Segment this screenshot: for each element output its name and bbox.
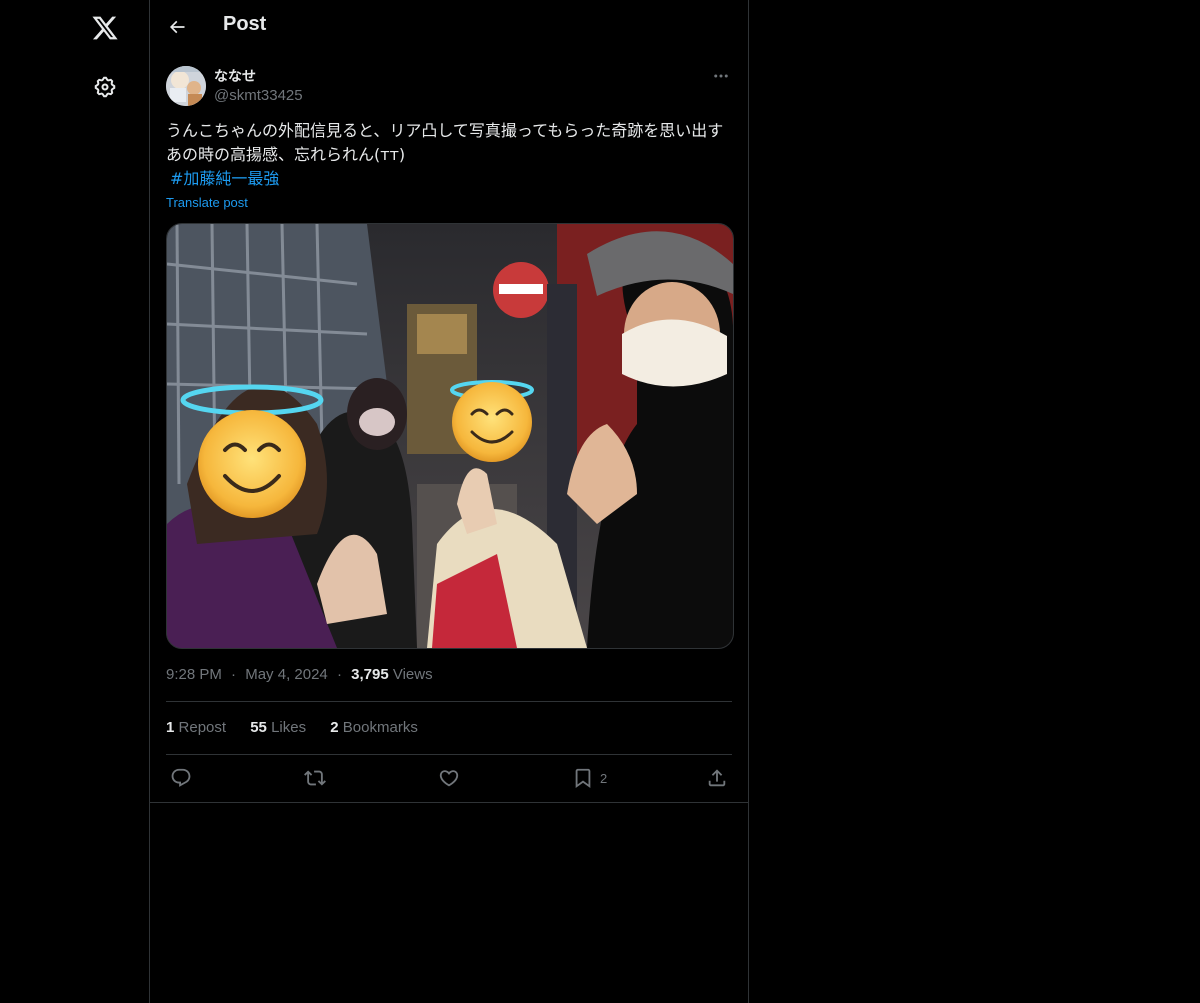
share-icon bbox=[708, 769, 726, 787]
meta-separator: · bbox=[336, 666, 342, 683]
divider bbox=[166, 701, 732, 702]
hashtag-link[interactable]: #加藤純一最強 bbox=[170, 167, 279, 191]
bookmarks-count: 2 bbox=[330, 719, 339, 736]
bookmarks-label: Bookmarks bbox=[342, 719, 418, 736]
back-button[interactable] bbox=[160, 10, 194, 44]
translate-post-link[interactable]: Translate post bbox=[166, 195, 248, 210]
post-photo[interactable] bbox=[166, 223, 734, 649]
settings-button[interactable] bbox=[80, 62, 130, 112]
more-options-button[interactable] bbox=[710, 65, 732, 87]
post-body: うんこちゃんの外配信見ると、リア凸して写真撮ってもらった奇跡を思い出す あの時の… bbox=[166, 121, 724, 164]
page-header: Post bbox=[150, 0, 748, 53]
reposts-label: Repost bbox=[178, 719, 227, 736]
reply-button[interactable] bbox=[170, 760, 192, 796]
reposts-count: 1 bbox=[166, 719, 175, 736]
bookmark-button[interactable]: 2 bbox=[572, 760, 607, 796]
repost-button[interactable] bbox=[304, 760, 326, 796]
avatar[interactable] bbox=[166, 66, 206, 106]
settings-gear-icon bbox=[94, 76, 116, 98]
back-arrow-icon bbox=[169, 20, 185, 34]
views-label: Views bbox=[392, 666, 433, 683]
author-display-name[interactable]: ななせ bbox=[214, 66, 256, 86]
post-author: ななせ @skmt33425 bbox=[166, 65, 732, 107]
divider bbox=[166, 754, 732, 755]
post-detail-column: Post ななせ @skmt33425 うんこちゃんの外配信見ると、リア凸して写… bbox=[149, 0, 749, 1003]
engagement-stats: 1 Repost 55 Likes 2 Bookmarks bbox=[166, 719, 438, 736]
views-count: 3,795 bbox=[351, 666, 389, 683]
post-meta: 9:28 PM · May 4, 2024 · 3,795 Views bbox=[166, 666, 433, 683]
x-logo-button[interactable] bbox=[80, 3, 130, 53]
like-heart-icon bbox=[439, 770, 459, 787]
like-button[interactable] bbox=[438, 760, 460, 796]
page-title: Post bbox=[223, 13, 267, 35]
post-date[interactable]: May 4, 2024 bbox=[245, 666, 328, 683]
bookmark-icon bbox=[575, 768, 591, 789]
bookmarks-stat[interactable]: 2 Bookmarks bbox=[330, 719, 418, 736]
likes-count: 55 bbox=[250, 719, 267, 736]
x-logo-icon bbox=[92, 16, 118, 40]
post-actions: 2 bbox=[166, 760, 732, 796]
likes-stat[interactable]: 55 Likes bbox=[250, 719, 306, 736]
avatar-image bbox=[166, 66, 206, 106]
photo-image bbox=[167, 224, 733, 648]
likes-label: Likes bbox=[271, 719, 307, 736]
repost-icon bbox=[304, 770, 326, 786]
post-time[interactable]: 9:28 PM bbox=[166, 666, 222, 683]
post-text: うんこちゃんの外配信見ると、リア凸して写真撮ってもらった奇跡を思い出す あの時の… bbox=[166, 119, 732, 191]
reply-icon bbox=[171, 768, 191, 787]
meta-separator: · bbox=[231, 666, 237, 683]
left-rail bbox=[0, 0, 149, 1003]
share-button[interactable] bbox=[706, 760, 728, 796]
bookmark-action-count: 2 bbox=[600, 770, 608, 786]
more-options-icon bbox=[714, 74, 728, 78]
author-handle[interactable]: @skmt33425 bbox=[214, 87, 303, 104]
divider bbox=[150, 802, 748, 803]
reposts-stat[interactable]: 1 Repost bbox=[166, 719, 226, 736]
